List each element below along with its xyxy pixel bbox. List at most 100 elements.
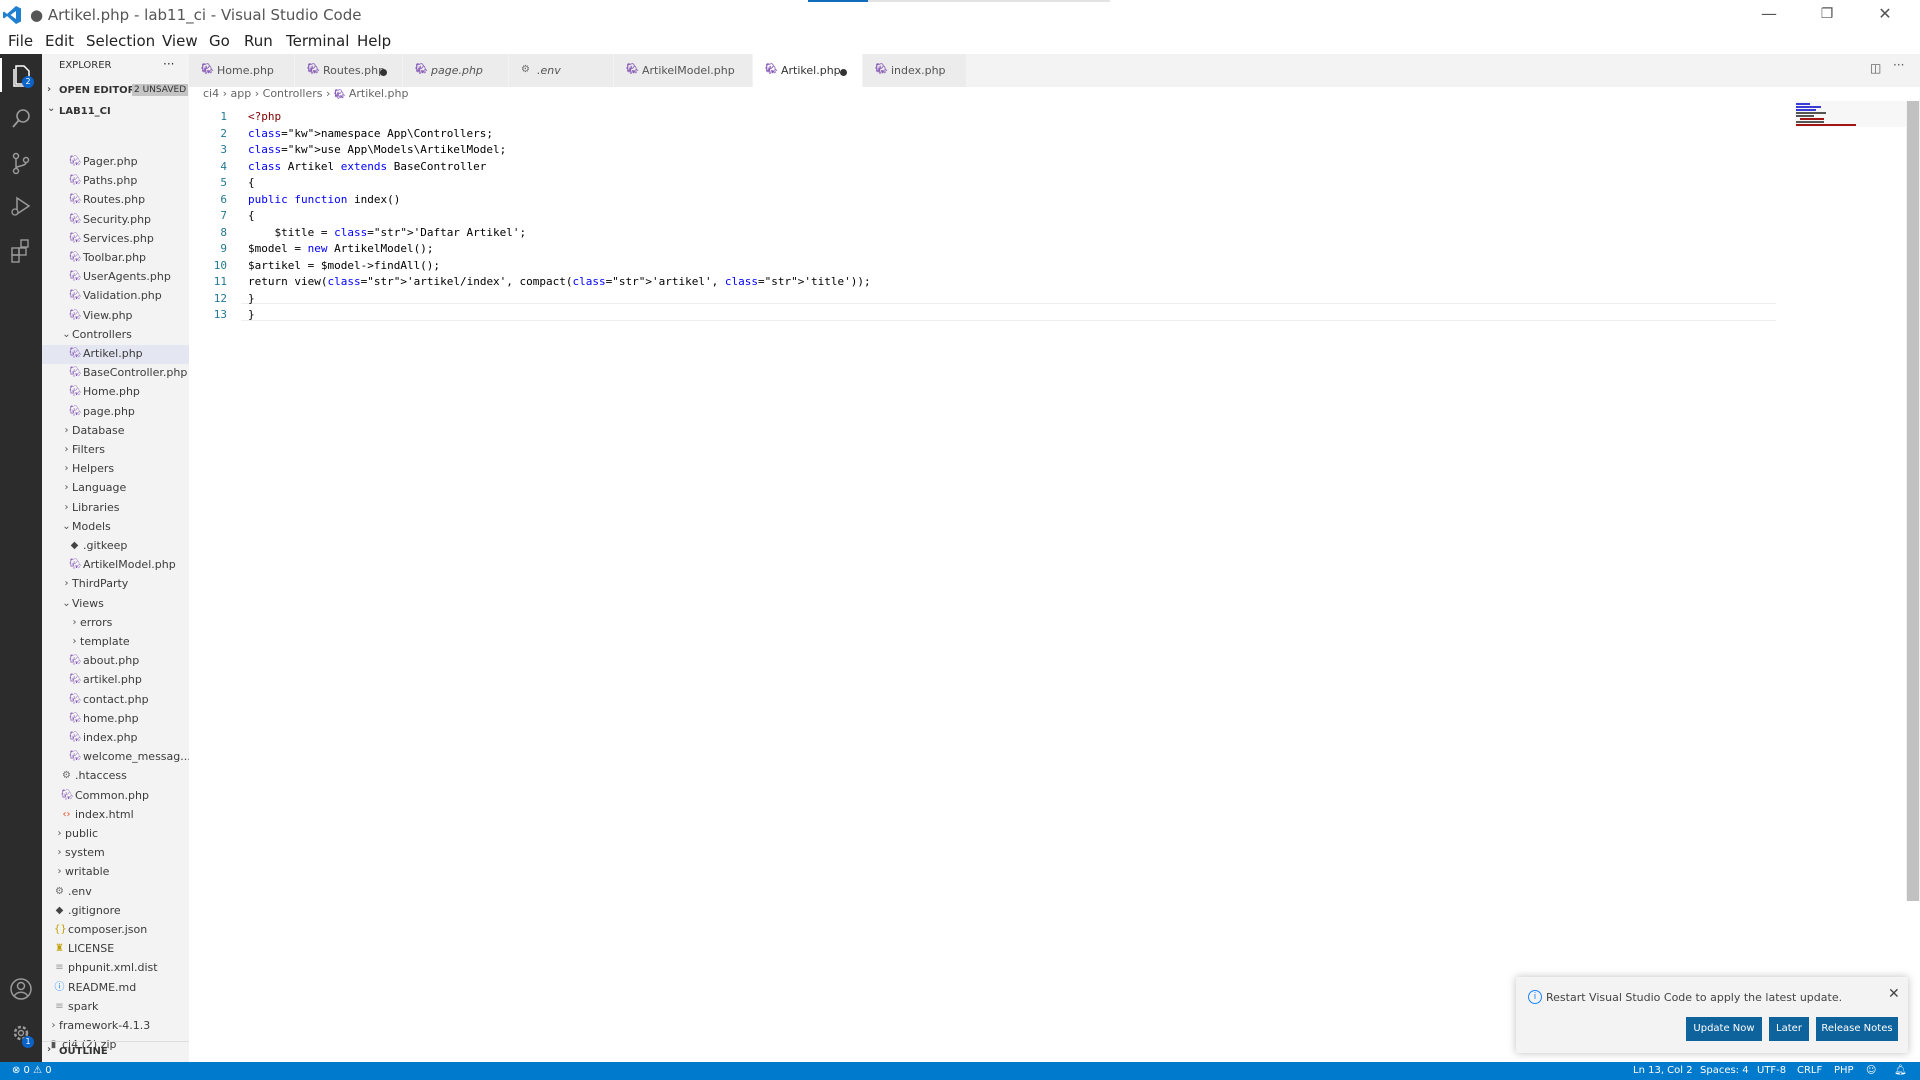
file-tree-item[interactable]: › writable bbox=[42, 863, 189, 882]
close-icon[interactable]: ✕ bbox=[1888, 986, 1900, 1002]
unsaved-dot-icon[interactable] bbox=[380, 69, 387, 76]
menu-terminal[interactable]: Terminal bbox=[286, 32, 349, 50]
problems-indicator[interactable]: ⊗ 0 ⚠ 0 bbox=[12, 1065, 52, 1076]
line-ending[interactable]: CRLF bbox=[1797, 1065, 1822, 1076]
unsaved-dot-icon[interactable] bbox=[840, 69, 847, 76]
file-tree-item[interactable]: 🐘︎ UserAgents.php bbox=[42, 268, 189, 287]
tab-artikelmodel-php[interactable]: 🐘︎ ArtikelModel.php bbox=[614, 54, 753, 87]
file-tree-item[interactable]: › template bbox=[42, 633, 189, 652]
minimap[interactable] bbox=[1795, 101, 1907, 127]
more-actions-icon[interactable]: ··· bbox=[1893, 58, 1904, 72]
file-tree-item[interactable]: 🐘︎ Common.php bbox=[42, 787, 189, 806]
later-button[interactable]: Later bbox=[1769, 1017, 1809, 1041]
indentation[interactable]: Spaces: 4 bbox=[1700, 1065, 1749, 1076]
file-tree-item[interactable]: ⓘ README.md bbox=[42, 979, 189, 998]
tab-home-php[interactable]: 🐘︎ Home.php bbox=[189, 54, 295, 87]
outline-section[interactable]: › OUTLINE bbox=[42, 1041, 189, 1061]
menu-help[interactable]: Help bbox=[357, 32, 391, 50]
menu-file[interactable]: File bbox=[8, 32, 33, 50]
tab-index-php[interactable]: 🐘︎ index.php bbox=[863, 54, 967, 87]
file-tree-item[interactable]: ⌄ Models bbox=[42, 518, 189, 537]
file-tree-item[interactable]: › Filters bbox=[42, 441, 189, 460]
file-tree-item[interactable]: 🐘︎ artikel.php bbox=[42, 671, 189, 690]
file-tree-item[interactable]: › Libraries bbox=[42, 499, 189, 518]
vertical-scrollbar[interactable] bbox=[1906, 101, 1920, 901]
file-tree-item[interactable]: › system bbox=[42, 844, 189, 863]
project-section[interactable]: ⌄ LAB11_CI bbox=[42, 103, 189, 123]
manage-gear-icon[interactable]: 1 bbox=[6, 1018, 36, 1048]
file-tree-item[interactable]: › public bbox=[42, 825, 189, 844]
file-tree-item[interactable]: 🐘︎ Home.php bbox=[42, 383, 189, 402]
file-tree-item[interactable]: 🐘︎ page.php bbox=[42, 403, 189, 422]
file-tree-item[interactable]: 🐘︎ Artikel.php bbox=[42, 345, 189, 364]
minimize-button[interactable]: — bbox=[1746, 0, 1792, 30]
file-tree-item[interactable]: 🐘︎ BaseController.php bbox=[42, 364, 189, 383]
file-tree-item[interactable]: ≡ phpunit.xml.dist bbox=[42, 959, 189, 978]
file-tree-item[interactable]: ‹› index.html bbox=[42, 806, 189, 825]
file-tree-item[interactable]: › Helpers bbox=[42, 460, 189, 479]
extensions-icon[interactable] bbox=[6, 236, 36, 266]
split-editor-icon[interactable]: ◫ bbox=[1870, 61, 1881, 75]
file-tree-item[interactable]: › ThirdParty bbox=[42, 575, 189, 594]
file-tree-item[interactable]: 🐘︎ Paths.php bbox=[42, 172, 189, 191]
file-tree-item[interactable]: 🐘︎ Validation.php bbox=[42, 287, 189, 306]
release-notes-button[interactable]: Release Notes bbox=[1816, 1017, 1898, 1041]
line-number: 4 bbox=[220, 160, 227, 173]
account-icon[interactable] bbox=[6, 974, 36, 1004]
file-tree-item[interactable]: 🐘︎ Services.php bbox=[42, 230, 189, 249]
open-editors-section[interactable]: › OPEN EDITORS 2 UNSAVED bbox=[42, 84, 189, 103]
tab-routes-php[interactable]: 🐘︎ Routes.php bbox=[295, 54, 403, 87]
code-editor[interactable]: 1 2 3 4 5 6 7 8 9 10 11 12 13 <?php class="kw">namesp… bbox=[189, 107, 1920, 1062]
restore-button[interactable]: ❐ bbox=[1804, 0, 1850, 30]
file-tree-item[interactable]: 🐘︎ ArtikelModel.php bbox=[42, 556, 189, 575]
cursor-position[interactable]: Ln 13, Col 2 bbox=[1633, 1065, 1693, 1076]
file-tree-item[interactable]: › Language bbox=[42, 479, 189, 498]
file-tree-item[interactable]: › framework-4.1.3 bbox=[42, 1017, 189, 1036]
breadcrumb-item[interactable]: Artikel.php bbox=[349, 87, 409, 100]
file-tree-item[interactable]: 🐘︎ welcome_messag... bbox=[42, 748, 189, 767]
file-tree-item[interactable]: 🐘︎ contact.php bbox=[42, 691, 189, 710]
update-now-button[interactable]: Update Now bbox=[1686, 1017, 1762, 1041]
breadcrumb-item[interactable]: app bbox=[231, 87, 252, 100]
file-tree-item[interactable]: ♜ LICENSE bbox=[42, 940, 189, 959]
menu-run[interactable]: Run bbox=[244, 32, 273, 50]
file-tree-item[interactable]: 🐘︎ Toolbar.php bbox=[42, 249, 189, 268]
encoding[interactable]: UTF-8 bbox=[1757, 1065, 1786, 1076]
file-tree-item[interactable]: › Database bbox=[42, 422, 189, 441]
notifications-bell-icon[interactable]: 🔔︎ bbox=[1894, 1065, 1907, 1076]
file-tree-item[interactable]: ⚙ .env bbox=[42, 883, 189, 902]
tab-artikel-php[interactable]: 🐘︎ Artikel.php bbox=[753, 54, 863, 87]
explorer-icon[interactable]: 2 bbox=[6, 60, 36, 90]
file-tree-item[interactable]: › errors bbox=[42, 614, 189, 633]
tab--env[interactable]: ⚙ .env bbox=[509, 54, 614, 87]
file-tree-item[interactable]: 🐘︎ home.php bbox=[42, 710, 189, 729]
file-tree-item[interactable]: 🐘︎ View.php bbox=[42, 307, 189, 326]
file-tree-item[interactable]: ≡ spark bbox=[42, 998, 189, 1017]
run-debug-icon[interactable] bbox=[6, 192, 36, 222]
file-tree-item[interactable]: ⚙ .htaccess bbox=[42, 767, 189, 786]
menu-edit[interactable]: Edit bbox=[45, 32, 74, 50]
search-icon[interactable] bbox=[6, 104, 36, 134]
file-tree-item[interactable]: ◆ .gitignore bbox=[42, 902, 189, 921]
file-tree-item[interactable]: ⌄ Views bbox=[42, 595, 189, 614]
breadcrumb-item[interactable]: ci4 bbox=[203, 87, 219, 100]
file-tree-item[interactable]: 🐘︎ Security.php bbox=[42, 211, 189, 230]
tab-page-php[interactable]: 🐘︎ page.php bbox=[403, 54, 509, 87]
file-tree-item[interactable]: ◆ .gitkeep bbox=[42, 537, 189, 556]
source-control-icon[interactable] bbox=[6, 148, 36, 178]
file-tree-item[interactable]: 🐘︎ Routes.php bbox=[42, 191, 189, 210]
close-button[interactable]: ✕ bbox=[1862, 0, 1908, 30]
file-tree-item[interactable]: 🐘︎ index.php bbox=[42, 729, 189, 748]
file-tree-item[interactable]: ⌄ Controllers bbox=[42, 326, 189, 345]
menu-selection[interactable]: Selection bbox=[86, 32, 155, 50]
menu-go[interactable]: Go bbox=[209, 32, 230, 50]
file-tree-item[interactable]: 🐘︎ about.php bbox=[42, 652, 189, 671]
php-file-icon: 🐘︎ bbox=[69, 252, 82, 263]
more-actions-icon[interactable]: ··· bbox=[163, 57, 174, 71]
file-tree-item[interactable]: 🐘︎ Pager.php bbox=[42, 153, 189, 172]
language-mode[interactable]: PHP bbox=[1834, 1065, 1854, 1076]
file-tree-item[interactable]: {} composer.json bbox=[42, 921, 189, 940]
breadcrumb-item[interactable]: Controllers bbox=[263, 87, 323, 100]
feedback-icon[interactable]: ☺ bbox=[1866, 1065, 1876, 1076]
menu-view[interactable]: View bbox=[162, 32, 198, 50]
